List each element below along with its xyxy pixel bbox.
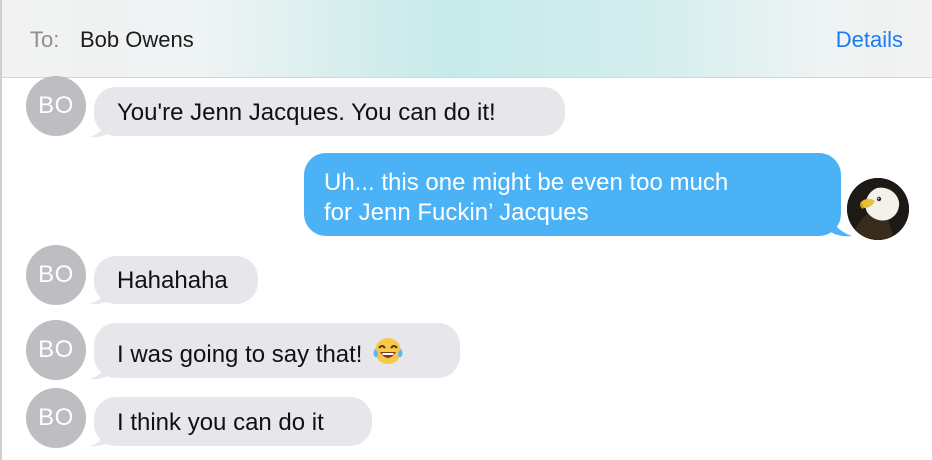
message-text-line: Uh... this one might be even too much bbox=[324, 169, 729, 196]
conversation-header: To: Bob Owens Details bbox=[2, 0, 932, 78]
message-text: I think you can do it bbox=[117, 409, 324, 436]
avatar-initials: BO bbox=[38, 336, 74, 363]
contact-avatar[interactable]: BO bbox=[26, 245, 86, 305]
message-text-line: for Jenn Fuckin’ Jacques bbox=[324, 199, 589, 226]
eagle-icon bbox=[847, 178, 909, 240]
contact-avatar[interactable]: BO bbox=[26, 76, 86, 136]
message-text: I was going to say that! bbox=[117, 341, 363, 368]
recipient-name[interactable]: Bob Owens bbox=[80, 27, 194, 53]
message-bubble-outgoing[interactable]: Uh... this one might be even too much fo… bbox=[304, 153, 841, 236]
avatar-initials: BO bbox=[38, 404, 74, 431]
message-text: You're Jenn Jacques. You can do it! bbox=[117, 99, 496, 126]
laughing-crying-emoji-icon bbox=[373, 336, 403, 374]
message-text: Hahahaha bbox=[117, 267, 228, 294]
message-bubble-incoming[interactable]: I think you can do it bbox=[94, 397, 372, 446]
contact-avatar[interactable]: BO bbox=[26, 388, 86, 448]
avatar-initials: BO bbox=[38, 92, 74, 119]
message-bubble-incoming[interactable]: Hahahaha bbox=[94, 256, 258, 304]
contact-avatar[interactable]: BO bbox=[26, 320, 86, 380]
to-label: To: bbox=[30, 27, 60, 52]
message-bubble-incoming[interactable]: I was going to say that! bbox=[94, 323, 460, 378]
message-bubble-incoming[interactable]: You're Jenn Jacques. You can do it! bbox=[94, 87, 565, 136]
details-button[interactable]: Details bbox=[836, 27, 903, 53]
user-avatar-eagle[interactable] bbox=[847, 178, 909, 240]
avatar-initials: BO bbox=[38, 261, 74, 288]
